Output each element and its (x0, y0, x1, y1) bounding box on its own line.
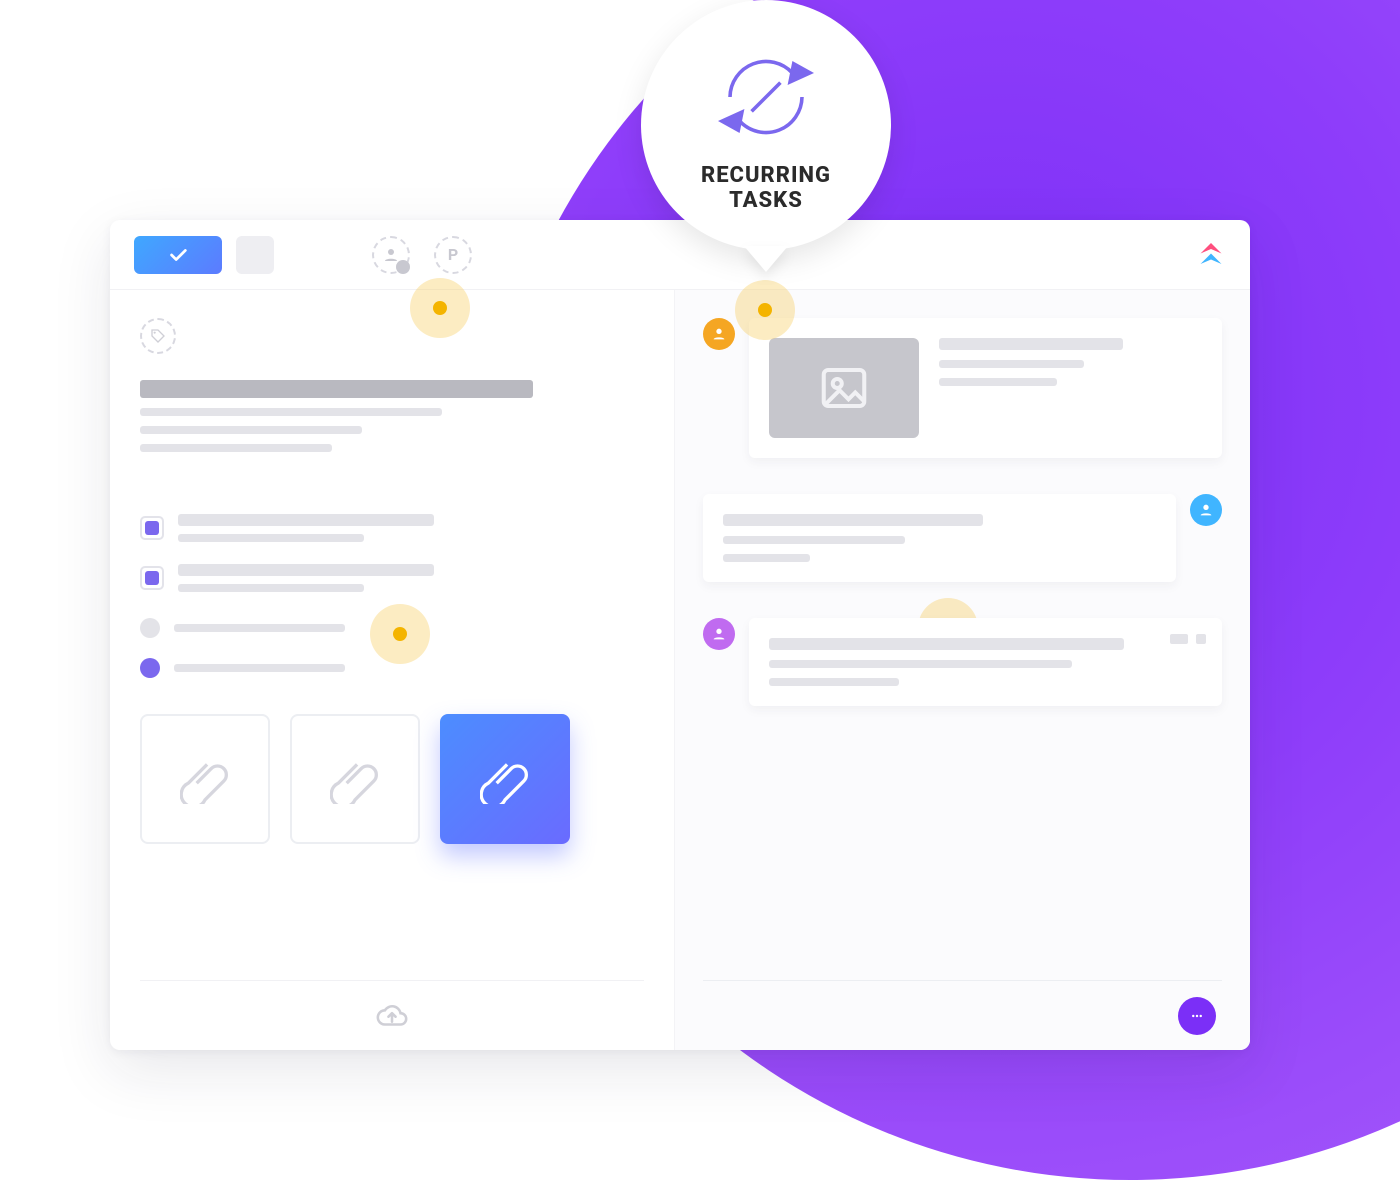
cloud-upload-icon (375, 999, 409, 1033)
task-title-block (140, 380, 644, 452)
hero-title: RECURRING TASKS (701, 163, 831, 214)
task-desc-line (140, 408, 442, 416)
badge-arrow-pointer (744, 246, 788, 272)
user-avatar-icon (703, 318, 735, 350)
upload-footer[interactable] (140, 980, 644, 1050)
comment-item[interactable] (703, 318, 1222, 458)
status-dot-icon (140, 658, 160, 678)
task-desc-line (140, 444, 332, 452)
assign-user-button[interactable] (372, 236, 410, 274)
comment-card (703, 494, 1176, 582)
image-icon (817, 361, 871, 415)
subtask-list (140, 514, 644, 592)
paperclip-icon (480, 754, 530, 804)
chat-bubble-icon (1188, 1007, 1206, 1025)
image-thumbnail[interactable] (769, 338, 919, 438)
title-highlight-dot (410, 278, 470, 338)
comment-menu-button[interactable] (1196, 634, 1206, 644)
subtask-item[interactable] (140, 564, 644, 592)
send-comment-button[interactable] (1178, 997, 1216, 1035)
status-secondary-button[interactable] (236, 236, 274, 274)
task-detail-window: P (110, 220, 1250, 1050)
user-avatar-icon (1190, 494, 1222, 526)
comment-card (749, 318, 1222, 458)
status-dot-icon (140, 618, 160, 638)
clickup-logo-icon (1196, 240, 1226, 270)
activity-pane (675, 290, 1250, 1050)
user-avatar-icon (703, 618, 735, 650)
task-desc-line (140, 426, 362, 434)
add-tag-button[interactable] (140, 318, 176, 354)
attachment-tile-active[interactable] (440, 714, 570, 844)
priority-button[interactable]: P (434, 236, 472, 274)
attachment-tile[interactable] (290, 714, 420, 844)
attachment-grid (140, 714, 644, 844)
task-left-pane (110, 290, 675, 1050)
item-highlight-dot (370, 604, 430, 664)
refresh-cycle-icon (706, 37, 826, 157)
check-icon (167, 244, 189, 266)
person-add-icon (382, 246, 400, 264)
hero-recurring-tasks-badge: RECURRING TASKS (641, 0, 891, 250)
attachment-tile[interactable] (140, 714, 270, 844)
reaction-chip[interactable] (1170, 634, 1188, 644)
comment-item[interactable] (703, 618, 1222, 706)
subtask-checkbox[interactable] (140, 516, 164, 540)
task-header: P (110, 220, 1250, 290)
paperclip-icon (180, 754, 230, 804)
subtask-item[interactable] (140, 514, 644, 542)
subtask-checkbox[interactable] (140, 566, 164, 590)
comment-top-highlight-dot (735, 280, 795, 340)
comment-card (749, 618, 1222, 706)
tag-icon (150, 328, 166, 344)
status-complete-button[interactable] (134, 236, 222, 274)
paperclip-icon (330, 754, 380, 804)
comment-item[interactable] (703, 494, 1222, 582)
comment-input-footer (703, 980, 1222, 1050)
task-title-placeholder[interactable] (140, 380, 533, 398)
flag-p-icon: P (448, 245, 458, 264)
